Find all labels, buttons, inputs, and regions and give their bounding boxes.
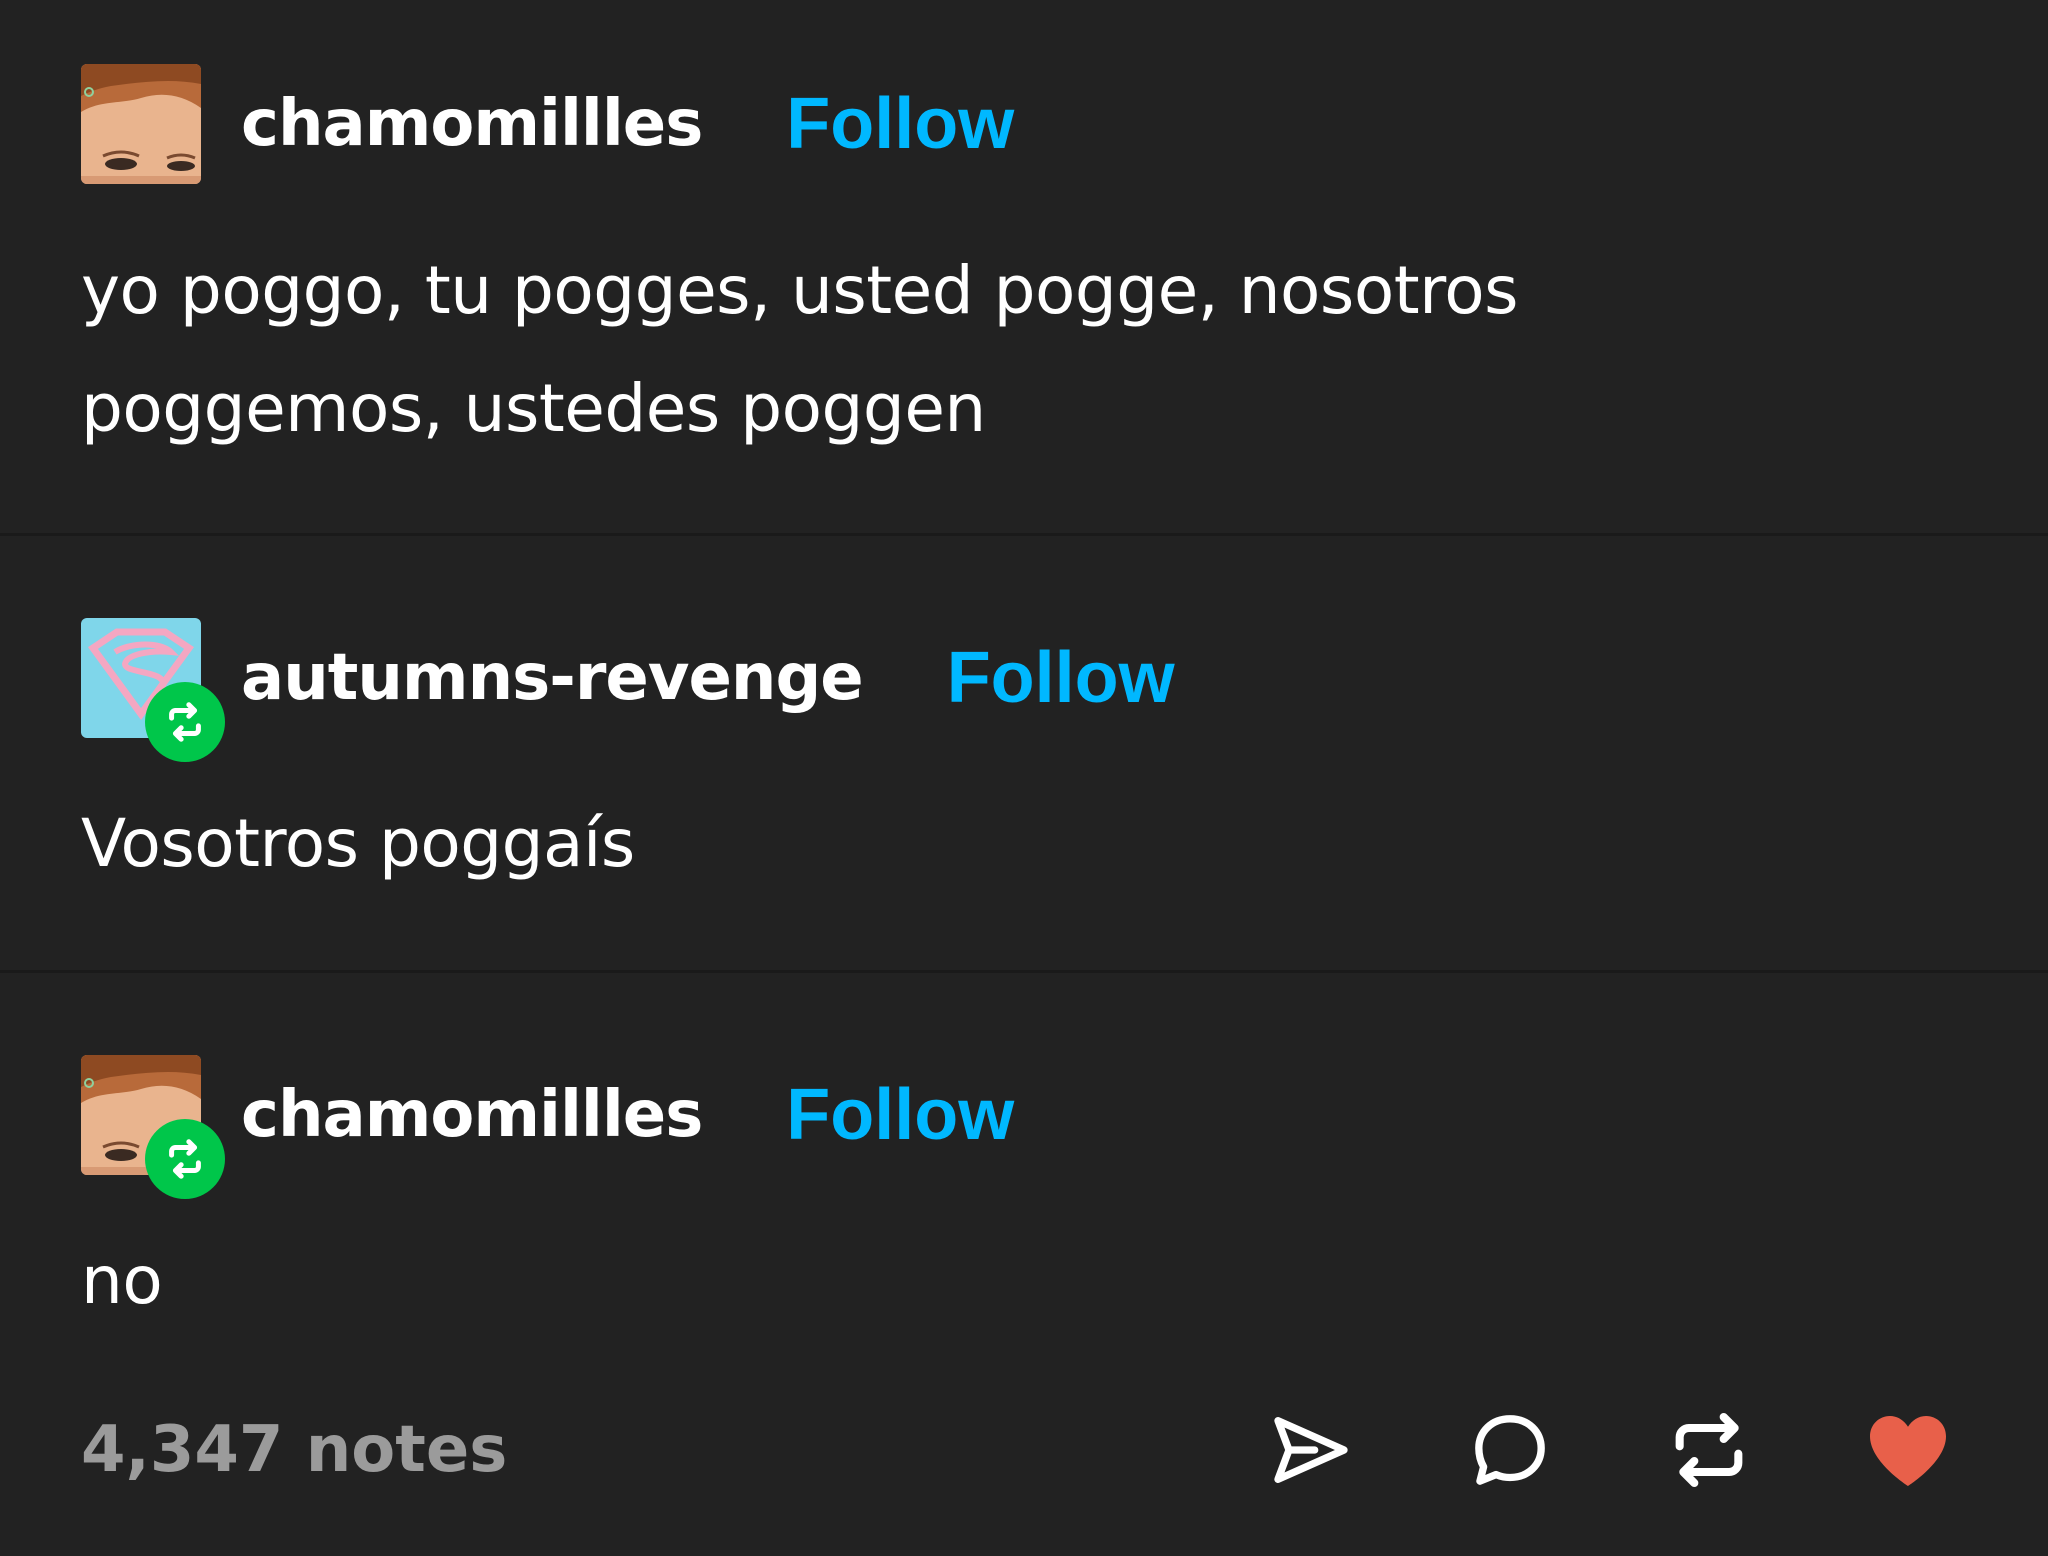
follow-button[interactable]: Follow	[786, 1074, 1014, 1156]
post-2-header: autumns-revenge Follow	[81, 618, 1175, 762]
reblog-icon	[169, 1139, 201, 1179]
reply-icon	[1475, 1415, 1545, 1485]
avatar-chamomillles[interactable]	[81, 1055, 225, 1199]
reply-button[interactable]	[1458, 1398, 1562, 1502]
username[interactable]: autumns-revenge	[241, 641, 864, 715]
username[interactable]: chamomillles	[241, 1078, 703, 1152]
share-icon	[1274, 1417, 1348, 1483]
follow-button[interactable]: Follow	[786, 83, 1014, 165]
face-photo-avatar-icon	[81, 64, 201, 184]
reblog-icon	[169, 702, 201, 742]
notes-count[interactable]: 4,347 notes	[81, 1390, 507, 1510]
post-divider	[0, 533, 2048, 536]
follow-button[interactable]: Follow	[947, 637, 1175, 719]
avatar-chamomillles[interactable]	[81, 64, 201, 184]
avatar-autumns-revenge[interactable]	[81, 618, 225, 762]
post-1-header: chamomillles Follow	[81, 64, 1014, 184]
reblog-button[interactable]	[1657, 1398, 1761, 1502]
share-button[interactable]	[1259, 1398, 1363, 1502]
post-text: yo poggo, tu pogges, usted pogge, nosotr…	[81, 252, 1519, 447]
like-icon	[1870, 1416, 1946, 1486]
like-button[interactable]	[1856, 1398, 1960, 1502]
post-divider	[0, 970, 2048, 973]
username[interactable]: chamomillles	[241, 87, 703, 161]
post-text: Vosotros poggaís	[81, 805, 635, 882]
post-3-header: chamomillles Follow	[81, 1055, 1014, 1199]
reblog-badge	[145, 682, 225, 762]
reblog-icon	[1675, 1412, 1743, 1488]
post-text: no	[81, 1242, 163, 1319]
reblog-badge	[145, 1119, 225, 1199]
post-footer: 4,347 notes	[0, 1390, 2048, 1510]
